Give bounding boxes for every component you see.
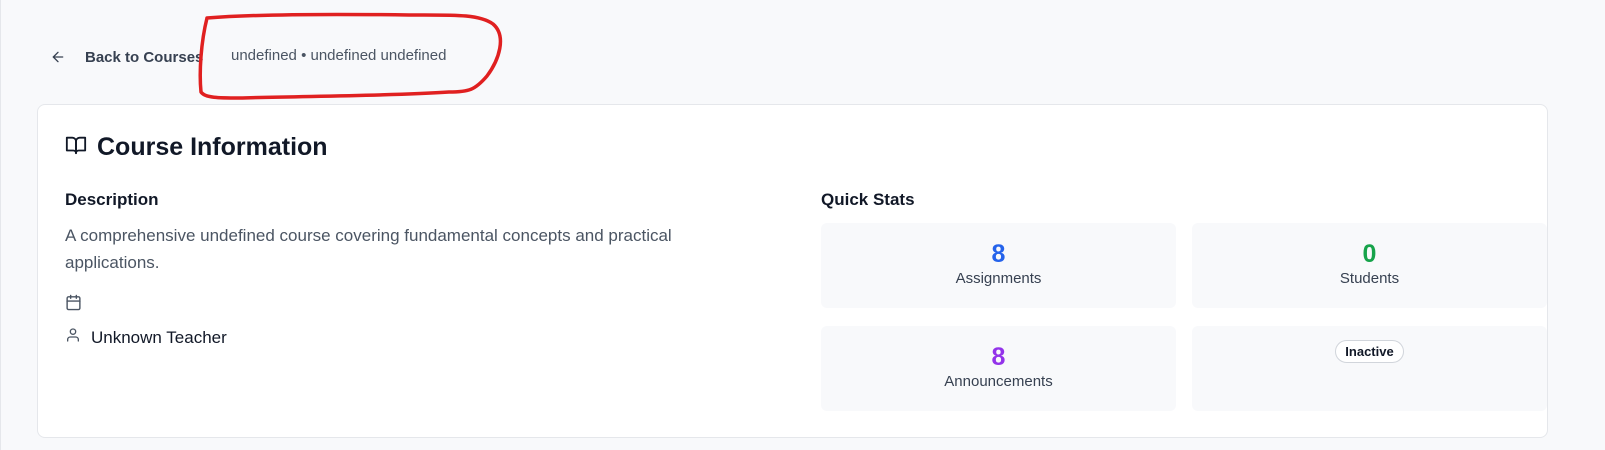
assignments-count: 8 xyxy=(991,240,1006,268)
status-badge: Inactive xyxy=(1335,340,1404,363)
book-open-icon xyxy=(65,134,87,161)
quick-stats-heading: Quick Stats xyxy=(821,190,915,209)
assignments-stat: 8 Assignments xyxy=(821,223,1176,308)
teacher-row: Unknown Teacher xyxy=(65,327,227,348)
students-stat: 0 Students xyxy=(1192,223,1547,308)
top-navigation: Back to Courses xyxy=(50,40,203,74)
announcements-label: Announcements xyxy=(944,373,1053,390)
description-text: A comprehensive undefined course coverin… xyxy=(65,226,672,272)
card-header: Course Information xyxy=(65,133,328,162)
course-subtitle: undefined • undefined undefined xyxy=(231,47,447,64)
calendar-icon xyxy=(65,294,82,316)
user-icon xyxy=(65,327,81,348)
card-title: Course Information xyxy=(97,133,328,161)
description-heading: Description xyxy=(65,190,159,209)
status-stat: Inactive xyxy=(1192,326,1547,411)
arrow-left-icon xyxy=(50,49,66,65)
announcements-stat: 8 Announcements xyxy=(821,326,1176,411)
course-information-card: Course Information Description A compreh… xyxy=(37,104,1548,438)
students-label: Students xyxy=(1339,270,1400,287)
students-count: 0 xyxy=(1362,240,1377,268)
back-to-courses-button[interactable]: Back to Courses xyxy=(50,49,203,66)
announcements-count: 8 xyxy=(991,343,1006,371)
back-to-courses-label: Back to Courses xyxy=(85,48,204,66)
left-border xyxy=(0,0,1,450)
teacher-name: Unknown Teacher xyxy=(91,327,227,347)
assignments-label: Assignments xyxy=(955,270,1042,287)
